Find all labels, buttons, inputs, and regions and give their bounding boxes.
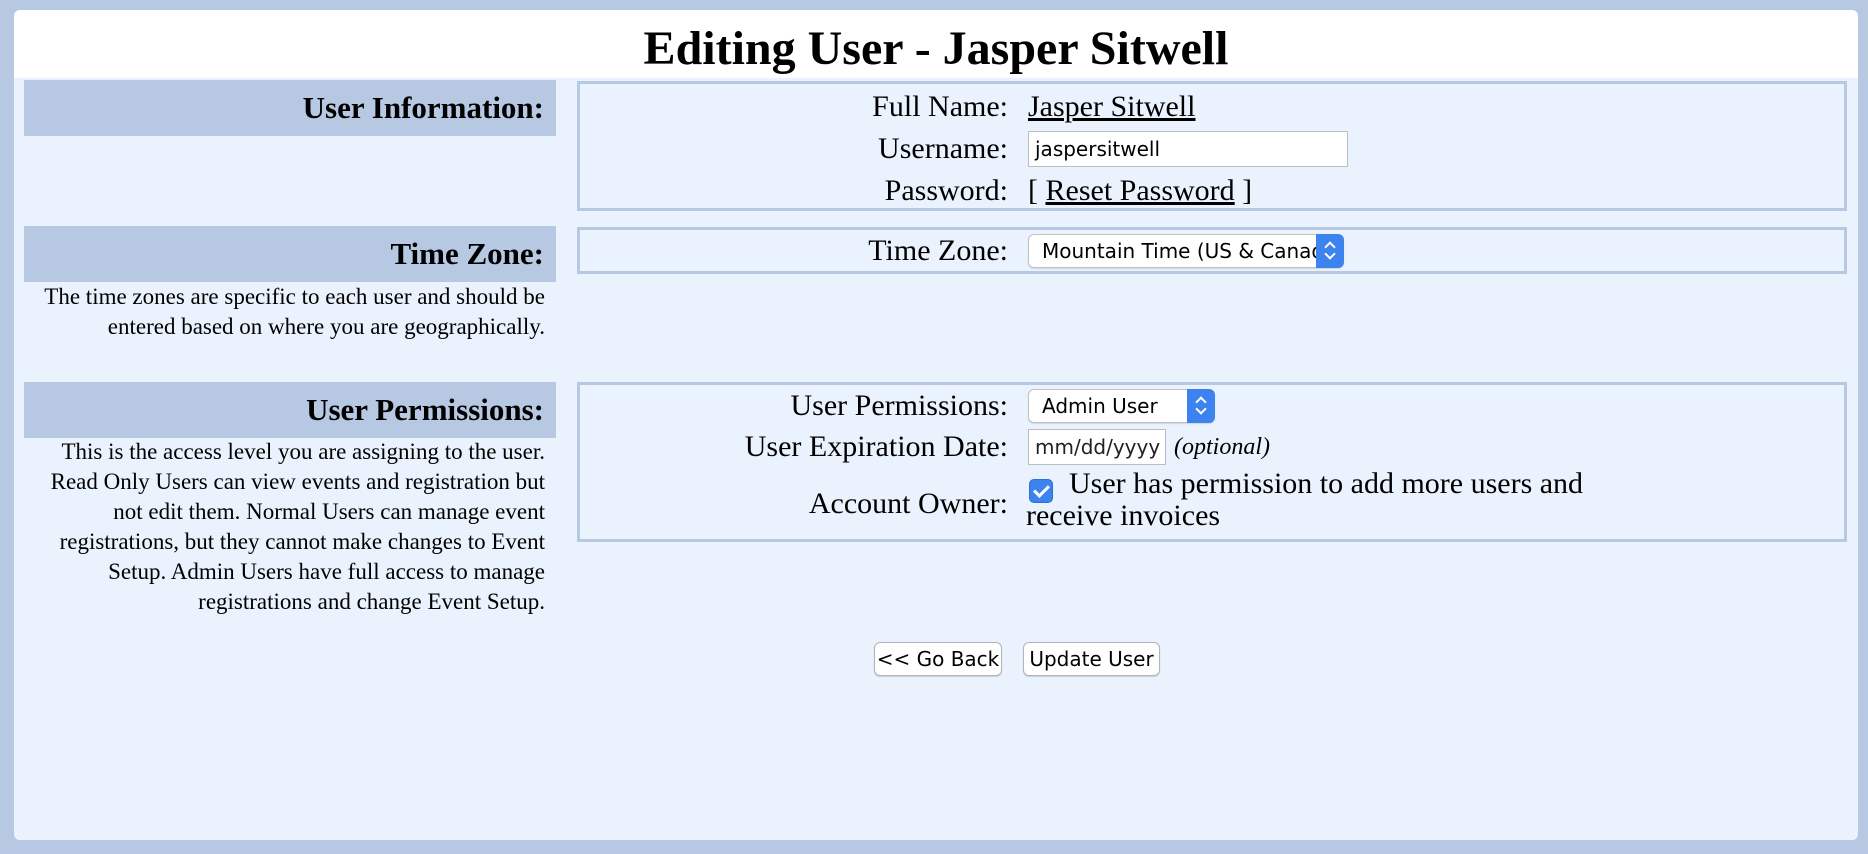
select-chevron-icon <box>1316 234 1344 268</box>
page-title: Editing User - Jasper Sitwell <box>643 22 1229 75</box>
expiration-row: User Expiration Date: mm/dd/yyyy (option… <box>580 427 1844 467</box>
full-name-value: Jasper Sitwell <box>1028 87 1195 127</box>
account-owner-label: Account Owner: <box>808 487 1008 520</box>
select-chevron-icon <box>1187 389 1215 423</box>
password-value: [ Reset Password ] <box>1028 171 1252 211</box>
username-input[interactable]: jaspersitwell <box>1028 131 1348 167</box>
expiration-date-input[interactable]: mm/dd/yyyy <box>1028 429 1166 465</box>
permissions-row: User Permissions: Admin User <box>580 386 1844 426</box>
time-zone-row: Time Zone: Mountain Time (US & Canada) <box>580 231 1844 271</box>
expiration-optional-hint: (optional) <box>1174 434 1270 460</box>
bracket-open: [ <box>1028 174 1038 207</box>
section-header-user-permissions: User Permissions: <box>24 382 556 438</box>
user-information-panel: Full Name: Jasper Sitwell Username: jasp… <box>577 81 1847 211</box>
time-zone-panel: Time Zone: Mountain Time (US & Canada) <box>577 227 1847 274</box>
full-name-row: Full Name: Jasper Sitwell <box>580 87 1844 127</box>
username-label: Username: <box>878 132 1008 165</box>
time-zone-label: Time Zone: <box>868 234 1008 267</box>
reset-password-link[interactable]: Reset Password <box>1046 174 1235 207</box>
user-permissions-description: This is the access level you are assigni… <box>50 439 545 614</box>
expiration-label: User Expiration Date: <box>744 430 1008 463</box>
full-name-label: Full Name: <box>872 90 1008 123</box>
content-area: User Information: Full Name: Jasper Sitw… <box>14 78 1858 840</box>
update-user-button[interactable]: Update User <box>1023 642 1160 676</box>
time-zone-description: The time zones are specific to each user… <box>44 284 545 339</box>
section-header-time-zone: Time Zone: <box>24 226 556 282</box>
username-row: Username: jaspersitwell <box>580 129 1844 169</box>
go-back-button[interactable]: << Go Back <box>874 642 1002 676</box>
user-permissions-panel: User Permissions: Admin User User Expira… <box>577 382 1847 542</box>
password-label: Password: <box>884 174 1008 207</box>
full-name-link[interactable]: Jasper Sitwell <box>1028 90 1195 123</box>
bracket-close: ] <box>1242 174 1253 207</box>
page-container: Editing User - Jasper Sitwell User Infor… <box>14 10 1858 840</box>
time-zone-selected: Mountain Time (US & Canada) <box>1042 239 1345 263</box>
password-row: Password: [ Reset Password ] <box>580 171 1844 211</box>
permissions-selected: Admin User <box>1042 394 1158 418</box>
section-header-user-information: User Information: <box>24 80 556 136</box>
account-owner-text: User has permission to add more users an… <box>1026 467 1584 532</box>
permissions-select[interactable]: Admin User <box>1028 389 1215 423</box>
time-zone-select[interactable]: Mountain Time (US & Canada) <box>1028 234 1344 268</box>
permissions-label: User Permissions: <box>790 389 1009 422</box>
